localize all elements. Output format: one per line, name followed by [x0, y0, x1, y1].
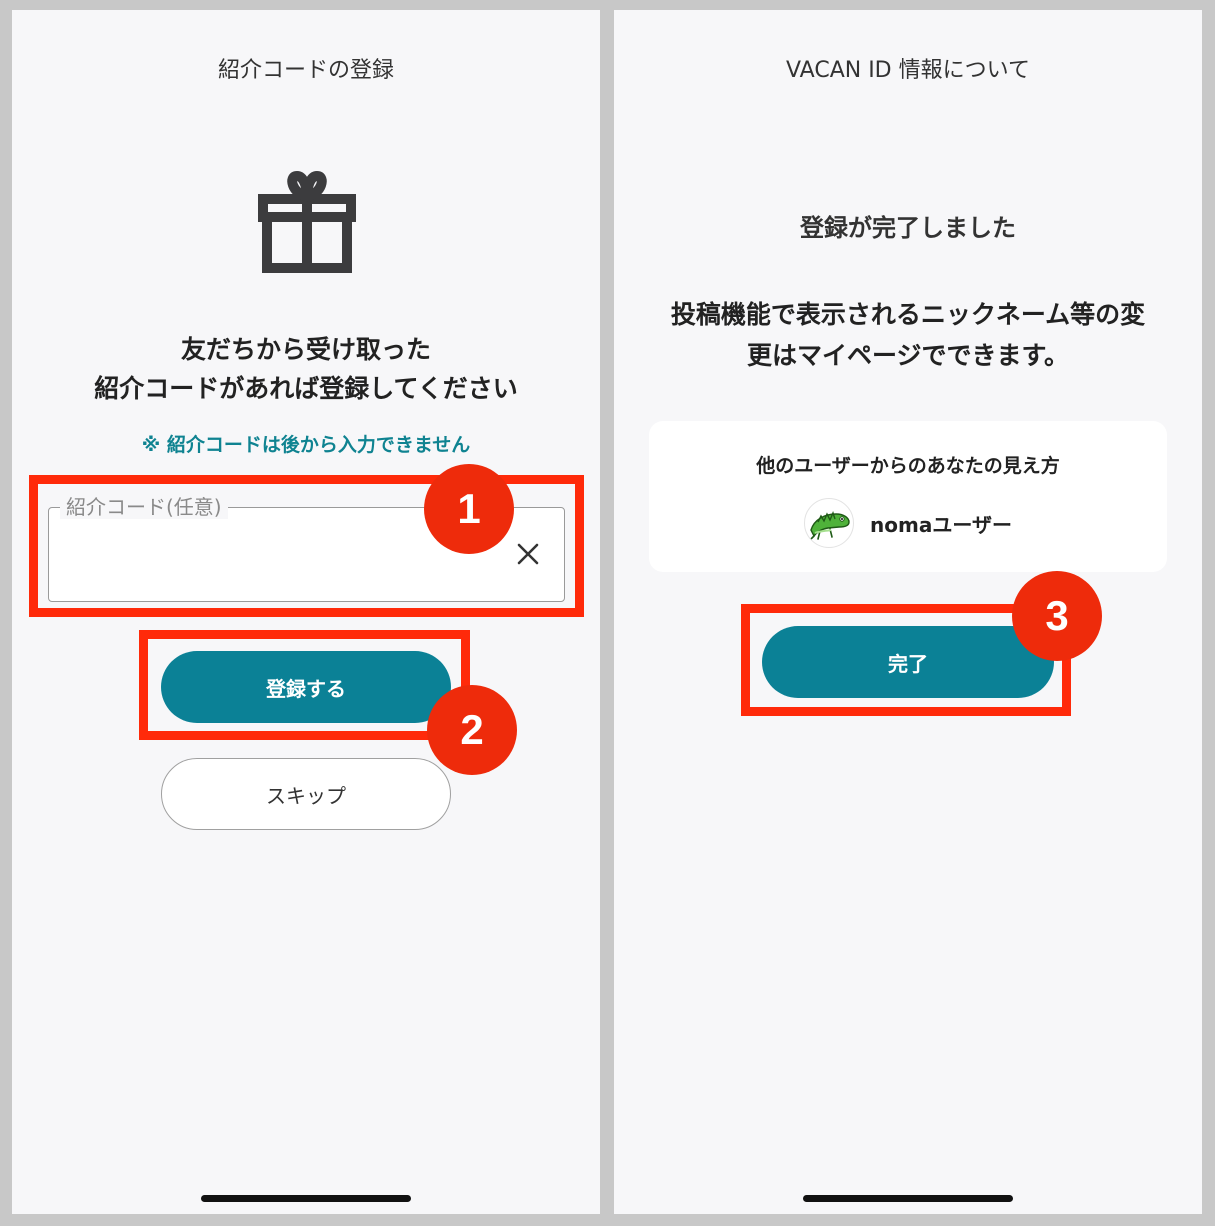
complete-message: 投稿機能で表示されるニックネーム等の変 更はマイページでできます。: [644, 294, 1172, 376]
iguana-avatar-icon: [809, 511, 850, 541]
step-badge-2: 2: [427, 685, 517, 775]
home-indicator: [201, 1195, 411, 1202]
step-badge-3: 3: [1012, 571, 1102, 661]
page-title: 紹介コードの登録: [217, 58, 394, 83]
lead-text: 友だちから受け取った 紹介コードがあれば登録してください: [12, 330, 600, 408]
step-badge-1: 1: [424, 464, 514, 554]
warning-note: ※ 紹介コードは後から入力できません: [141, 434, 471, 456]
avatar: [804, 498, 855, 548]
page-title: VACAN ID 情報について: [786, 58, 1030, 83]
message-line-2: 更はマイページでできます。: [746, 341, 1069, 370]
preview-user: nomaユーザー: [649, 498, 1167, 548]
complete-heading: 登録が完了しました: [800, 214, 1016, 242]
highlight-box-register: [139, 630, 470, 740]
lead-line-1: 友だちから受け取った: [180, 335, 431, 364]
profile-preview-card: 他のユーザーからのあなたの見え方 nomaユーザー: [649, 421, 1167, 572]
skip-button[interactable]: スキップ: [161, 758, 451, 830]
lead-line-2: 紹介コードがあれば登録してください: [94, 374, 518, 403]
gift-icon: [258, 170, 356, 273]
user-nickname: nomaユーザー: [870, 512, 1012, 537]
message-line-1: 投稿機能で表示されるニックネーム等の変: [670, 300, 1146, 329]
home-indicator: [803, 1195, 1013, 1202]
preview-caption: 他のユーザーからのあなたの見え方: [756, 455, 1060, 477]
